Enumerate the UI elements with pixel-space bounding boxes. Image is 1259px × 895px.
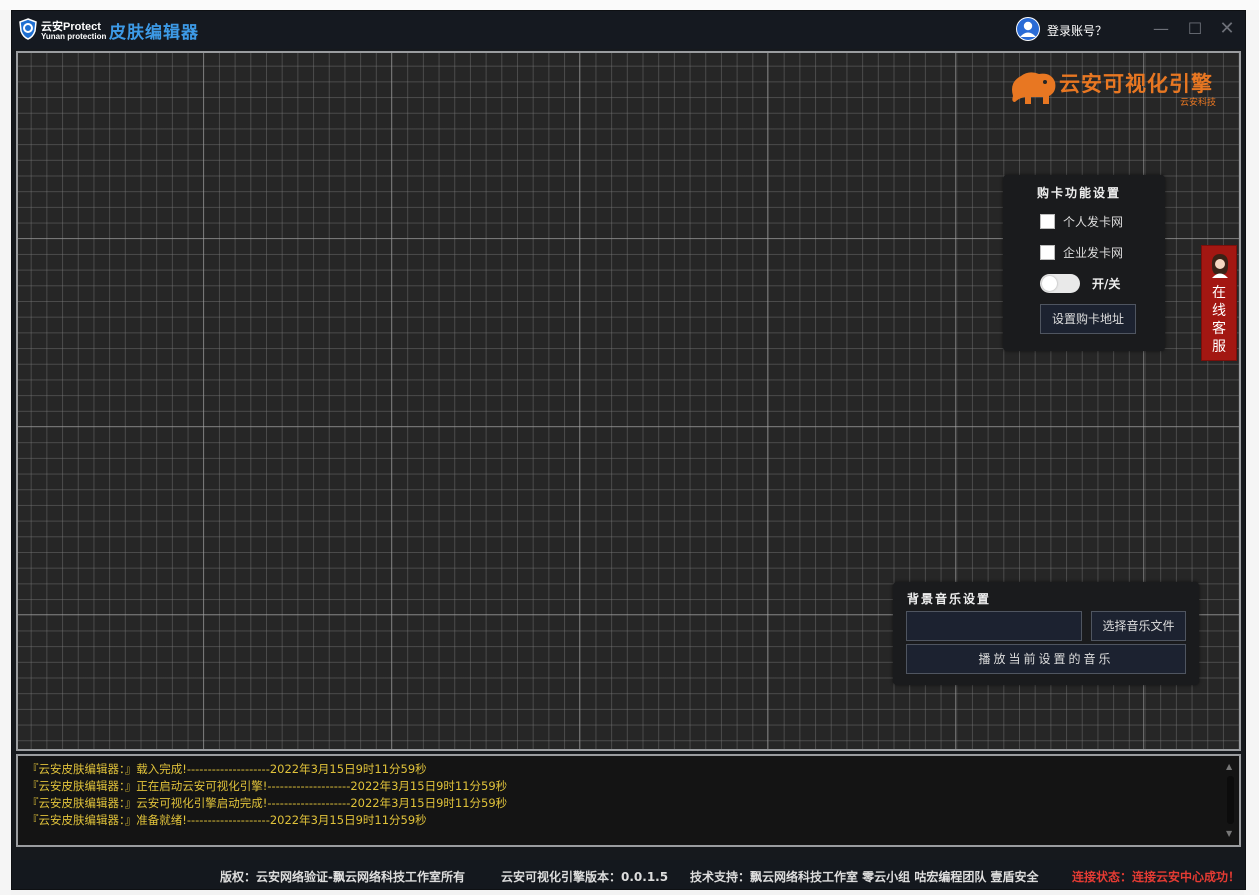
user-avatar-icon[interactable]: [1016, 17, 1040, 41]
checkbox-box[interactable]: [1040, 214, 1055, 229]
logo-sub-text: Yunan protection: [41, 32, 107, 41]
play-music-button[interactable]: 播放当前设置的音乐: [906, 644, 1186, 674]
service-char: 服: [1212, 339, 1226, 355]
user-icon: [1017, 18, 1039, 40]
service-char: 客: [1212, 321, 1226, 337]
card-toggle-switch[interactable]: [1040, 274, 1080, 293]
service-char: 线: [1212, 303, 1226, 319]
log-scrollbar-thumb[interactable]: [1227, 776, 1234, 824]
close-button[interactable]: ✕: [1215, 17, 1239, 41]
shield-icon: [19, 18, 37, 40]
host-window-left: [0, 10, 11, 895]
music-settings-title: 背景音乐设置: [907, 592, 992, 606]
log-line: 『云安皮肤编辑器：』准备就绪!--------------------2022年…: [27, 813, 427, 827]
set-card-url-button[interactable]: 设置购卡地址: [1040, 304, 1136, 334]
log-output[interactable]: 『云安皮肤编辑器：』载入完成!--------------------2022年…: [16, 754, 1241, 847]
app-logo: 云安Protect Yunan protection: [18, 16, 106, 44]
checkbox-box[interactable]: [1040, 245, 1055, 260]
title-bar[interactable]: 云安Protect Yunan protection 皮肤编辑器 登录账号？ —…: [12, 11, 1245, 49]
skin-editor-window: 云安Protect Yunan protection 皮肤编辑器 登录账号？ —…: [11, 10, 1246, 890]
engine-version-text: 云安可视化引擎版本：0.0.1.5: [501, 870, 669, 884]
music-file-path-input[interactable]: [906, 611, 1082, 641]
personal-card-label: 个人发卡网: [1063, 215, 1124, 229]
log-line: 『云安皮肤编辑器：』云安可视化引擎启动完成!------------------…: [27, 796, 508, 810]
log-line: 『云安皮肤编辑器：』载入完成!--------------------2022年…: [27, 762, 427, 776]
enterprise-card-checkbox[interactable]: 企业发卡网: [1040, 244, 1123, 260]
card-settings-title: 购卡功能设置: [1037, 186, 1122, 200]
tech-support-text: 技术支持：飘云网络科技工作室 零云小组 咕宏编程团队 壹盾安全: [690, 870, 1039, 884]
status-bar: 版权：云安网络验证-飘云网络科技工作室所有 云安可视化引擎版本：0.0.1.5 …: [12, 860, 1245, 889]
toggle-knob: [1042, 276, 1057, 291]
brand-main-text: 云安可视化引擎: [1059, 72, 1213, 96]
copyright-text: 版权：云安网络验证-飘云网络科技工作室所有: [220, 870, 465, 884]
maximize-button[interactable]: ☐: [1183, 17, 1207, 41]
minimize-button[interactable]: —: [1149, 17, 1173, 41]
service-char: 在: [1212, 285, 1226, 301]
log-line: 『云安皮肤编辑器：』正在启动云安可视化引擎!------------------…: [27, 779, 508, 793]
music-settings-panel: 背景音乐设置 选择音乐文件 播放当前设置的音乐: [893, 582, 1199, 685]
brand-logo: 云安可视化引擎 云安科技: [1007, 66, 1237, 116]
host-window-right: [1244, 10, 1259, 895]
scroll-up-arrow-icon[interactable]: ▲: [1226, 762, 1232, 771]
login-link[interactable]: 登录账号？: [1047, 22, 1107, 39]
brand-sub-text: 云安科技: [1180, 98, 1217, 108]
choose-music-file-button[interactable]: 选择音乐文件: [1091, 611, 1186, 641]
card-settings-panel: 购卡功能设置 个人发卡网 企业发卡网 开/关 设置购卡地址: [1003, 175, 1165, 351]
personal-card-checkbox[interactable]: 个人发卡网: [1040, 213, 1123, 229]
online-service-label: 在 线 客 服: [1202, 284, 1236, 356]
connection-status: 连接状态：连接云安中心成功！: [1072, 870, 1241, 884]
online-service-tab[interactable]: 在 线 客 服: [1201, 245, 1237, 361]
elephant-icon: [1012, 72, 1056, 104]
enterprise-card-label: 企业发卡网: [1063, 246, 1124, 260]
toggle-label: 开/关: [1092, 277, 1121, 291]
scroll-down-arrow-icon[interactable]: ▼: [1226, 829, 1232, 838]
app-title: 皮肤编辑器: [109, 23, 199, 43]
customer-service-icon: [1211, 254, 1229, 278]
